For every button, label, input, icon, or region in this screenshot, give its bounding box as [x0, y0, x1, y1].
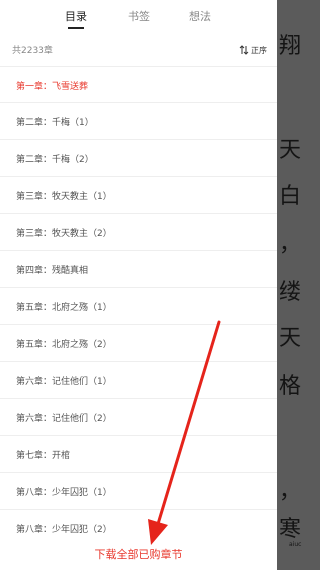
chapter-title: 第三章：牧天教主（1）	[16, 192, 112, 202]
tab-bar: 目录 书签 想法	[0, 0, 277, 36]
sort-order-label: 正序	[251, 45, 267, 55]
table-of-contents-drawer: 目录 书签 想法 共2233章 正序 第一章：飞雪送葬 第二章：千梅（1） 第二章：…	[0, 0, 277, 570]
page-text-char: 翔	[279, 34, 302, 59]
chapter-title: 第五章：北府之殇（1）	[16, 303, 112, 313]
chapter-item[interactable]: 第二章：千梅（1）	[0, 103, 277, 140]
chapter-title: 第六章：记住他们（2）	[16, 414, 112, 424]
chapter-title: 第七章：开棺	[16, 451, 71, 461]
chapter-title: 第六章：记住他们（1）	[16, 377, 112, 387]
chapter-item[interactable]: 第六章：记住他们（2）	[0, 399, 277, 436]
sort-order-button[interactable]: 正序	[239, 41, 267, 59]
chapter-item[interactable]: 第四章：残酷真相	[0, 251, 277, 288]
tab-bookmarks[interactable]: 书签	[119, 8, 159, 24]
active-tab-indicator	[68, 27, 84, 29]
chapter-title: 第五章：北府之殇（2）	[16, 340, 112, 350]
page-text-char: ，	[279, 232, 302, 257]
chapter-list: 第一章：飞雪送葬 第二章：千梅（1） 第二章：千梅（2） 第三章：牧天教主（1） 第三章…	[0, 66, 277, 547]
chapter-item[interactable]: 第八章：少年囚犯（1）	[0, 473, 277, 510]
chapter-title: 第一章：飞雪送葬	[16, 82, 89, 92]
page-text-char: 格	[279, 374, 302, 399]
chapter-item[interactable]: 第五章：北府之殇（1）	[0, 288, 277, 325]
page-text-char: 缕	[279, 280, 302, 305]
list-header: 共2233章 正序	[0, 36, 277, 64]
page-text-char: 白	[279, 184, 302, 209]
download-purchased-chapters-button[interactable]: 下载全部已购章节	[0, 540, 277, 570]
chapter-item[interactable]: 第二章：千梅（2）	[0, 140, 277, 177]
chapter-title: 第二章：千梅（2）	[16, 155, 94, 165]
chapter-title: 第四章：残酷真相	[16, 266, 89, 276]
page-text-char: 天	[279, 138, 302, 163]
tab-contents[interactable]: 目录	[56, 8, 96, 24]
chapter-count: 共2233章	[12, 46, 53, 56]
page-text-char: 寒	[279, 517, 302, 542]
chapter-item[interactable]: 第三章：牧天教主（2）	[0, 214, 277, 251]
sort-arrows-icon	[239, 45, 249, 55]
chapter-item[interactable]: 第一章：飞雪送葬	[0, 66, 277, 103]
chapter-title: 第二章：千梅（1）	[16, 118, 94, 128]
chapter-title: 第八章：少年囚犯（1）	[16, 488, 112, 498]
chapter-item[interactable]: 第六章：记住他们（1）	[0, 362, 277, 399]
chapter-title: 第三章：牧天教主（2）	[16, 229, 112, 239]
watermark: aiuc	[289, 541, 302, 548]
chapter-item[interactable]: 第七章：开棺	[0, 436, 277, 473]
page-text-char: ，	[279, 479, 302, 504]
chapter-title: 第八章：少年囚犯（2）	[16, 525, 112, 535]
chapter-item[interactable]: 第三章：牧天教主（1）	[0, 177, 277, 214]
tab-notes[interactable]: 想法	[180, 8, 220, 24]
chapter-item[interactable]: 第五章：北府之殇（2）	[0, 325, 277, 362]
page-text-char: 天	[279, 326, 302, 351]
reader-page-overlay[interactable]: aiuc 翔天白，缕天格，寒	[277, 0, 320, 570]
